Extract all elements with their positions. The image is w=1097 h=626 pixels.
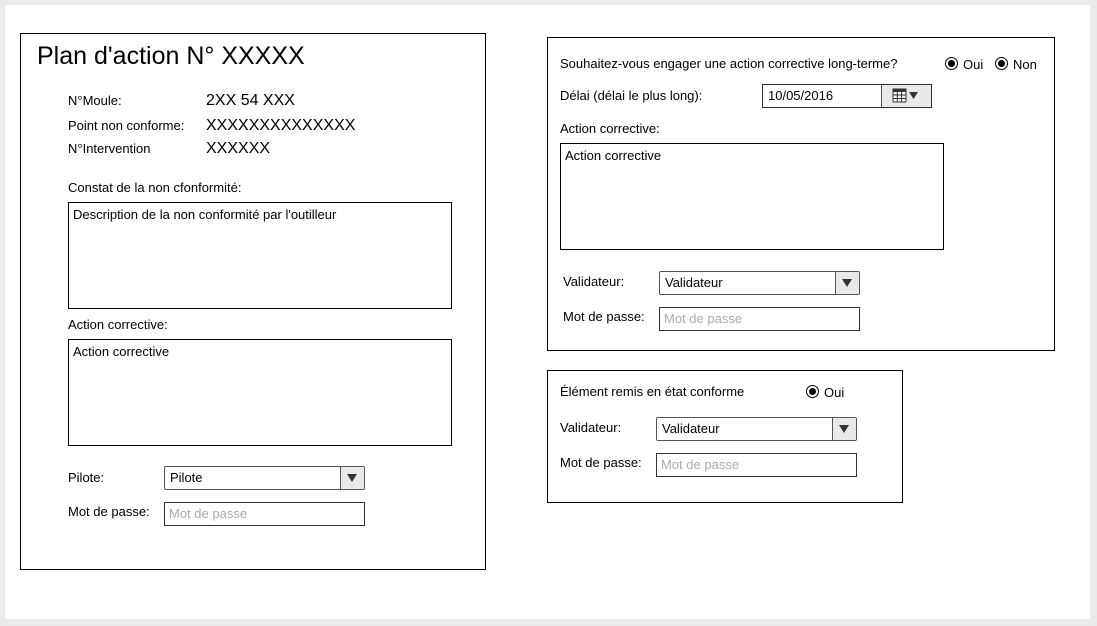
conforme-oui-radio[interactable] [806,385,819,398]
delai-value: 10/05/2016 [768,88,834,103]
password-label-lt: Mot de passe: [563,309,645,324]
non-radio-label: Non [1013,57,1037,72]
moule-value: 2XX 54 XXX [206,92,295,109]
intervention-label: N°Intervention [68,141,151,156]
password-field[interactable]: Mot de passe [164,502,365,526]
conforme-validateur-select[interactable]: Validateur [656,417,857,441]
action-label: Action corrective: [68,317,168,332]
password-label: Mot de passe: [68,504,150,519]
chevron-down-icon[interactable] [832,418,856,440]
pilote-label: Pilote: [68,470,105,485]
action-text-lt: Action corrective [565,148,662,163]
delai-label: Délai (délai le plus long): [560,88,703,103]
oui-radio[interactable] [945,57,958,70]
plan-action-panel: Plan d'action N° XXXXX N°Moule: 2XX 54 X… [20,33,486,570]
intervention-value: XXXXXX [206,140,271,157]
point-label: Point non conforme: [68,118,185,133]
conforme-validateur-value: Validateur [662,421,720,436]
long-term-question: Souhaitez-vous engager une action correc… [560,56,898,71]
conforme-validateur-label: Validateur: [560,420,622,435]
action-textarea-lt[interactable]: Action corrective [560,143,944,250]
validateur-select[interactable]: Validateur [659,271,860,295]
oui-radio-label: Oui [963,57,984,72]
conforme-password-placeholder: Mot de passe [661,457,740,472]
action-label-lt: Action corrective: [560,121,660,136]
conforme-panel: Élément remis en état conforme Oui Valid… [547,370,903,503]
action-text: Action corrective [73,344,170,359]
constat-textarea[interactable]: Description de la non conformité par l'o… [68,202,452,309]
conforme-password-label: Mot de passe: [560,455,642,470]
password-placeholder-lt: Mot de passe [664,311,743,326]
page-title: Plan d'action N° XXXXX [37,42,305,70]
validateur-value: Validateur [665,275,723,290]
constat-label: Constat de la non cfonformité: [68,180,242,195]
point-value: XXXXXXXXXXXXXX [206,117,356,134]
conforme-password-field[interactable]: Mot de passe [656,453,857,477]
calendar-icon[interactable] [881,85,931,107]
constat-text: Description de la non conformité par l'o… [73,207,337,222]
pilote-select[interactable]: Pilote [164,466,365,490]
non-radio[interactable] [995,57,1008,70]
conforme-label: Élément remis en état conforme [560,384,745,399]
password-field-lt[interactable]: Mot de passe [659,307,860,331]
action-textarea[interactable]: Action corrective [68,339,452,446]
chevron-down-icon[interactable] [340,467,364,489]
long-term-panel: Souhaitez-vous engager une action correc… [547,37,1055,351]
pilote-value: Pilote [170,470,203,485]
conforme-oui-label: Oui [824,385,845,400]
moule-label: N°Moule: [68,93,122,108]
password-placeholder: Mot de passe [169,506,248,521]
validateur-label: Validateur: [563,274,625,289]
delai-date-picker[interactable]: 10/05/2016 [762,84,932,108]
chevron-down-icon[interactable] [835,272,859,294]
